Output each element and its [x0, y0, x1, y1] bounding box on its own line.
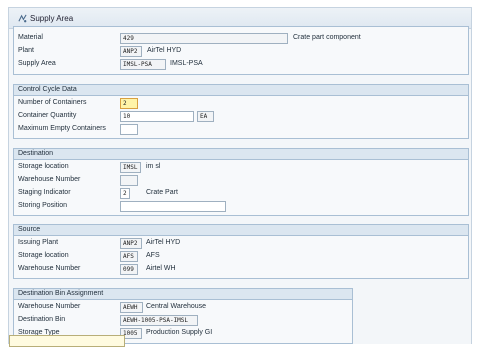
bin-warehouse-number-label: Warehouse Number: [18, 303, 81, 310]
storing-position-field[interactable]: [120, 201, 226, 212]
supply-area-icon: [18, 14, 27, 23]
dest-warehouse-number-row: Warehouse Number: [14, 175, 468, 186]
staging-indicator-label: Staging Indicator: [18, 189, 71, 196]
plant-label: Plant: [18, 47, 34, 54]
src-warehouse-number-row: Warehouse Number 099 Airtel WH: [14, 264, 468, 275]
bin-warehouse-number-field[interactable]: AEWH: [120, 302, 143, 313]
destination-header: Destination: [14, 149, 468, 160]
num-containers-field[interactable]: 2: [120, 98, 138, 109]
max-empty-label: Maximum Empty Containers: [18, 125, 106, 132]
container-qty-row: Container Quantity 10 EA: [14, 111, 468, 122]
issuing-plant-label: Issuing Plant: [18, 239, 59, 246]
max-empty-row: Maximum Empty Containers: [14, 124, 468, 135]
material-field[interactable]: 429: [120, 33, 288, 44]
storage-type-description: Production Supply GI: [146, 329, 213, 336]
source-group: Source Issuing Plant ANP2 AirTel HYD Sto…: [13, 224, 469, 279]
max-empty-field[interactable]: [120, 124, 138, 135]
source-header: Source: [14, 225, 468, 236]
supply-area-label: Supply Area: [18, 60, 56, 67]
destination-bin-row: Destination Bin AEWH-1005-PSA-IMSL: [14, 315, 352, 326]
supply-area-row: Supply Area IMSL-PSA IMSL-PSA: [14, 59, 468, 70]
control-cycle-header: Control Cycle Data: [14, 85, 468, 96]
tooltip-popup: [9, 335, 125, 347]
src-storage-location-field[interactable]: AFS: [120, 251, 138, 262]
dest-storage-location-field[interactable]: IMSL: [120, 162, 141, 173]
container-qty-unit-field[interactable]: EA: [197, 111, 214, 122]
src-storage-location-description: AFS: [146, 252, 160, 259]
material-row: Material 429 Crate part component: [14, 33, 468, 44]
storing-position-label: Storing Position: [18, 202, 68, 209]
bin-warehouse-number-description: Central Warehouse: [146, 303, 207, 310]
material-description: Crate part component: [293, 34, 361, 41]
dest-storage-location-row: Storage location IMSL im sl: [14, 162, 468, 173]
num-containers-label: Number of Containers: [18, 99, 87, 106]
src-storage-location-row: Storage location AFS AFS: [14, 251, 468, 262]
destination-group: Destination Storage location IMSL im sl …: [13, 148, 469, 216]
num-containers-row: Number of Containers 2: [14, 98, 468, 109]
issuing-plant-description: AirTel HYD: [146, 239, 181, 246]
src-warehouse-number-label: Warehouse Number: [18, 265, 81, 272]
storing-position-row: Storing Position: [14, 201, 468, 212]
staging-indicator-field[interactable]: 2: [120, 188, 130, 199]
control-cycle-group: Control Cycle Data Number of Containers …: [13, 84, 469, 139]
supply-area-description: IMSL-PSA: [170, 60, 203, 67]
destination-bin-label: Destination Bin: [18, 316, 66, 323]
destination-bin-header: Destination Bin Assignment: [14, 289, 352, 300]
plant-field[interactable]: ANP2: [120, 46, 142, 57]
destination-bin-field[interactable]: AEWH-1005-PSA-IMSL: [120, 315, 198, 326]
src-warehouse-number-description: Airtel WH: [146, 265, 176, 272]
dest-warehouse-number-label: Warehouse Number: [18, 176, 81, 183]
staging-indicator-row: Staging Indicator 2 Crate Part: [14, 188, 468, 199]
src-storage-location-label: Storage location: [18, 252, 69, 259]
plant-description: AirTel HYD: [147, 47, 182, 54]
issuing-plant-row: Issuing Plant ANP2 AirTel HYD: [14, 238, 468, 249]
bin-warehouse-number-row: Warehouse Number AEWH Central Warehouse: [14, 302, 352, 313]
src-warehouse-number-field[interactable]: 099: [120, 264, 138, 275]
container-qty-label: Container Quantity: [18, 112, 77, 119]
container-qty-field[interactable]: 10: [120, 111, 194, 122]
dest-storage-location-description: im sl: [146, 163, 161, 170]
supply-area-field[interactable]: IMSL-PSA: [120, 59, 166, 70]
staging-indicator-description: Crate Part: [146, 189, 178, 196]
window-title: Supply Area: [30, 14, 74, 23]
dest-storage-location-label: Storage location: [18, 163, 69, 170]
general-data-group: Material 429 Crate part component Plant …: [13, 26, 469, 75]
dest-warehouse-number-field[interactable]: [120, 175, 138, 186]
main-content: Material 429 Crate part component Plant …: [8, 26, 472, 344]
material-label: Material: [18, 34, 43, 41]
issuing-plant-field[interactable]: ANP2: [120, 238, 142, 249]
plant-row: Plant ANP2 AirTel HYD: [14, 46, 468, 57]
